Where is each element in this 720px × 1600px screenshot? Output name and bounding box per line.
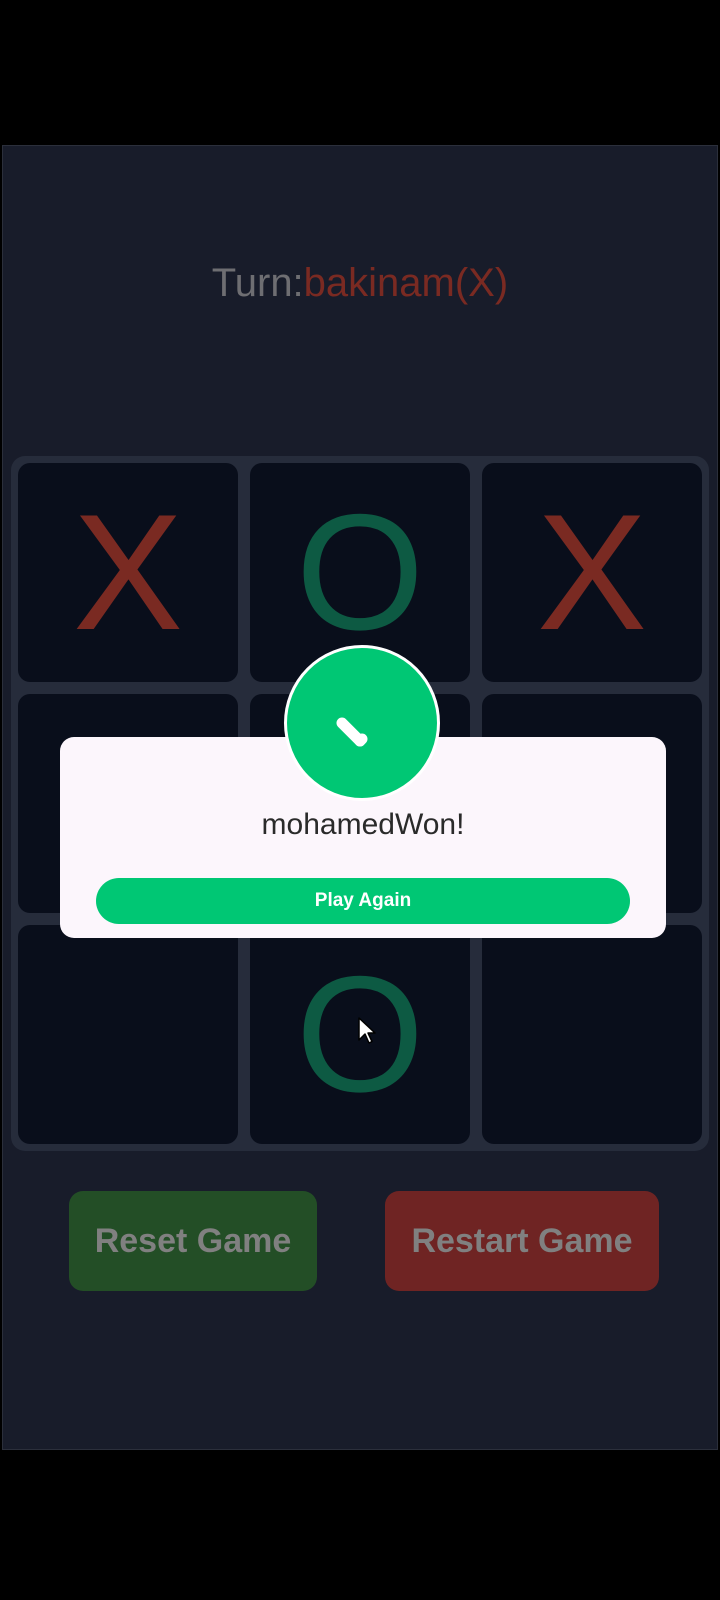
check-icon <box>322 683 402 763</box>
board-cell-7[interactable] <box>18 925 238 1144</box>
restart-game-button[interactable]: Restart Game <box>385 1191 659 1291</box>
reset-game-button[interactable]: Reset Game <box>69 1191 317 1291</box>
board-cell-9[interactable] <box>482 925 702 1144</box>
mouse-cursor-icon <box>357 1016 377 1051</box>
board-cell-1[interactable]: X <box>18 463 238 682</box>
turn-indicator: Turn:bakinam(X) <box>3 258 717 308</box>
success-badge <box>284 645 440 801</box>
win-message: mohamedWon! <box>261 808 465 841</box>
play-again-button[interactable]: Play Again <box>96 878 630 924</box>
current-player: bakinam(X) <box>303 261 509 305</box>
turn-label: Turn: <box>211 261 304 305</box>
board-cell-3[interactable]: X <box>482 463 702 682</box>
